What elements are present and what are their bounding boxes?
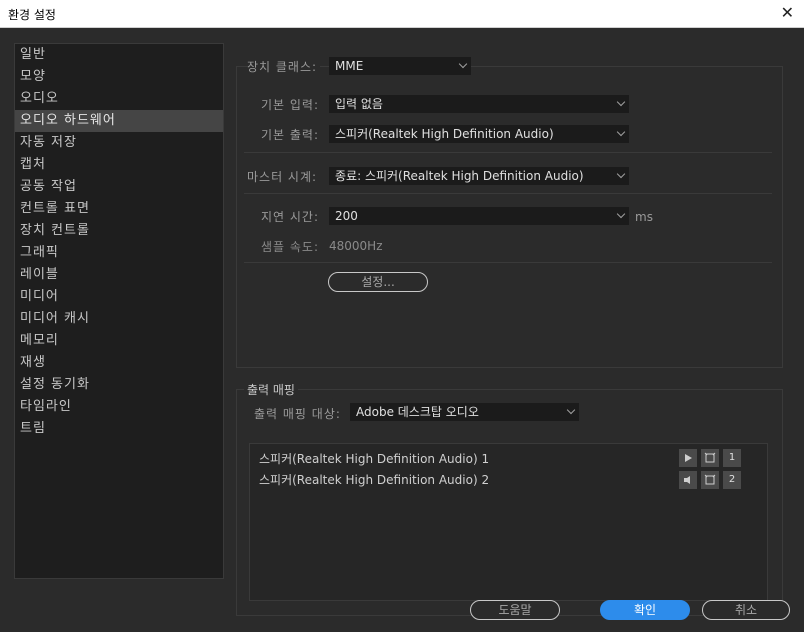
sidebar-item-audio[interactable]: 오디오	[15, 88, 223, 110]
output-mapping-section-label: 출력 매핑	[244, 381, 298, 398]
default-input-label: 기본 입력:	[261, 98, 320, 112]
sidebar-item-media-cache[interactable]: 미디어 캐시	[15, 308, 223, 330]
sidebar-item-trim[interactable]: 트림	[15, 418, 223, 440]
chevron-down-icon	[616, 97, 626, 107]
sidebar-item-control-surface[interactable]: 컨트롤 표면	[15, 198, 223, 220]
volume-icon-glyph	[684, 476, 690, 484]
chevron-down-icon	[616, 169, 626, 179]
channel-row-2[interactable]: 스피커(Realtek High Definition Audio) 2	[259, 471, 489, 489]
divider	[244, 262, 772, 263]
default-output-dropdown[interactable]: 스피커(Realtek High Definition Audio)	[329, 125, 629, 143]
sidebar-item-memory[interactable]: 메모리	[15, 330, 223, 352]
speaker-box-icon-glyph	[704, 452, 716, 463]
output-mapping-target-label: 출력 매핑 대상:	[254, 407, 341, 421]
sidebar-item-auto-save[interactable]: 자동 저장	[15, 132, 223, 154]
latency-label: 지연 시간:	[261, 210, 320, 224]
sidebar-item-timeline[interactable]: 타임라인	[15, 396, 223, 418]
help-button[interactable]: 도움말	[470, 600, 560, 620]
ok-button[interactable]: 확인	[600, 600, 690, 620]
default-input-value: 입력 없음	[335, 97, 383, 111]
default-input-dropdown[interactable]: 입력 없음	[329, 95, 629, 113]
sidebar-item-capture[interactable]: 캡처	[15, 154, 223, 176]
divider	[244, 152, 772, 153]
speaker-box-icon[interactable]	[701, 471, 719, 489]
master-clock-label: 마스터 시계:	[247, 170, 318, 184]
cancel-button[interactable]: 취소	[702, 600, 790, 620]
master-clock-dropdown[interactable]: 종료: 스피커(Realtek High Definition Audio)	[329, 167, 629, 185]
sample-rate-value: 48000Hz	[329, 239, 383, 253]
sidebar-item-audio-hardware[interactable]: 오디오 하드웨어	[15, 110, 223, 132]
device-class-value: MME	[335, 59, 364, 73]
device-class-label: 장치 클래스:	[247, 58, 321, 75]
channel-row-1[interactable]: 스피커(Realtek High Definition Audio) 1	[259, 450, 489, 468]
output-channel-list: 스피커(Realtek High Definition Audio) 1 스피커…	[249, 443, 768, 601]
sidebar-item-labels[interactable]: 레이블	[15, 264, 223, 286]
window-title: 환경 설정	[8, 8, 56, 22]
output-mapping-target-value: Adobe 데스크탑 오디오	[356, 405, 479, 419]
chevron-down-icon	[616, 209, 626, 219]
settings-button[interactable]: 설정...	[328, 272, 428, 292]
play-icon[interactable]	[679, 449, 697, 467]
output-mapping-target-dropdown[interactable]: Adobe 데스크탑 오디오	[350, 403, 579, 421]
chevron-down-icon	[566, 405, 576, 415]
speaker-box-icon[interactable]	[701, 449, 719, 467]
sidebar-item-playback[interactable]: 재생	[15, 352, 223, 374]
default-output-label: 기본 출력:	[261, 128, 320, 142]
sidebar-item-appearance[interactable]: 모양	[15, 66, 223, 88]
preferences-sidebar: 일반 모양 오디오 오디오 하드웨어 자동 저장 캡처 공동 작업 컨트롤 표면…	[14, 43, 224, 579]
default-output-value: 스피커(Realtek High Definition Audio)	[335, 127, 554, 141]
device-class-dropdown[interactable]: MME	[329, 57, 471, 75]
latency-dropdown[interactable]: 200	[329, 207, 629, 225]
latency-value: 200	[335, 209, 358, 223]
channel-number-1: 1	[723, 449, 741, 467]
sidebar-item-sync-settings[interactable]: 설정 동기화	[15, 374, 223, 396]
master-clock-value: 종료: 스피커(Realtek High Definition Audio)	[335, 169, 584, 183]
sidebar-item-collaboration[interactable]: 공동 작업	[15, 176, 223, 198]
close-icon[interactable]: ✕	[781, 3, 794, 22]
title-bar: 환경 설정 ✕	[0, 0, 804, 28]
sidebar-item-device-control[interactable]: 장치 컨트롤	[15, 220, 223, 242]
volume-icon[interactable]	[679, 471, 697, 489]
channel-number-2: 2	[723, 471, 741, 489]
chevron-down-icon	[616, 127, 626, 137]
sample-rate-label: 샘플 속도:	[261, 240, 320, 254]
divider	[244, 193, 772, 194]
latency-unit: ms	[635, 210, 653, 224]
play-icon-glyph	[685, 454, 692, 462]
sidebar-item-media[interactable]: 미디어	[15, 286, 223, 308]
sidebar-item-graphics[interactable]: 그래픽	[15, 242, 223, 264]
sidebar-item-general[interactable]: 일반	[15, 44, 223, 66]
speaker-box-icon-glyph	[704, 474, 716, 485]
chevron-down-icon	[458, 59, 468, 69]
